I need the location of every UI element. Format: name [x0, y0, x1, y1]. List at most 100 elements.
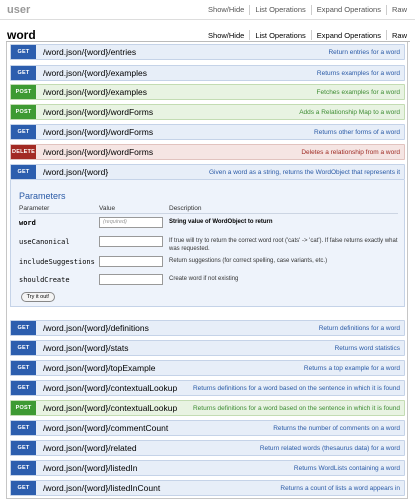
http-method-badge[interactable]: GET — [11, 125, 36, 139]
parameter-name: word — [19, 219, 36, 227]
operation-path[interactable]: /word.json/{word}/examples — [43, 66, 147, 81]
operation-summary[interactable]: Fetches examples for a word — [317, 85, 400, 100]
http-method-badge[interactable]: GET — [11, 321, 36, 335]
operation-summary[interactable]: Returns examples for a word — [317, 66, 400, 81]
parameter-description: Return suggestions (for correct spelling… — [169, 258, 328, 264]
operation-row[interactable]: GET /word.json/{word}/entries Return ent… — [10, 44, 405, 60]
resource-links-word: Show/Hide List Operations Expand Operati… — [203, 30, 412, 40]
operation-row[interactable]: GET /word.json/{word}/stats Returns word… — [10, 340, 405, 356]
parameter-value-input[interactable]: (required) — [99, 217, 163, 228]
operation-summary[interactable]: Given a word as a string, returns the Wo… — [209, 165, 400, 180]
operation-path[interactable]: /word.json/{word}/definitions — [43, 321, 149, 336]
http-method-badge[interactable]: GET — [11, 461, 36, 475]
resource-divider — [6, 41, 410, 42]
resource-title-word[interactable]: word — [7, 28, 36, 42]
http-method-badge[interactable]: DELETE — [11, 145, 36, 159]
operation-row[interactable]: POST /word.json/{word}/wordForms Adds a … — [10, 104, 405, 120]
operation-row[interactable]: GET /word.json/{word}/topExample Returns… — [10, 360, 405, 376]
operation-details-panel: Parameters Parameter Value Description w… — [10, 180, 405, 307]
operation-path[interactable]: /word.json/{word}/wordForms — [43, 145, 153, 160]
http-method-badge[interactable]: GET — [11, 441, 36, 455]
parameter-description: If true will try to return the correct w… — [169, 238, 398, 252]
expand-operations-link[interactable]: Expand Operations — [312, 31, 386, 40]
operation-path[interactable]: /word.json/{word}/wordForms — [43, 105, 153, 120]
operation-path[interactable]: /word.json/{word}/wordForms — [43, 125, 153, 140]
operation-summary[interactable]: Returns the number of comments on a word — [273, 421, 400, 436]
parameters-heading: Parameters — [19, 191, 66, 201]
raw-link[interactable]: Raw — [387, 31, 412, 40]
operation-path[interactable]: /word.json/{word}/commentCount — [43, 421, 168, 436]
http-method-badge[interactable]: POST — [11, 401, 36, 415]
list-operations-link[interactable]: List Operations — [250, 31, 310, 40]
operation-path[interactable]: /word.json/{word}/stats — [43, 341, 129, 356]
http-method-badge[interactable]: GET — [11, 66, 36, 80]
operation-row[interactable]: POST /word.json/{word}/contextualLookup … — [10, 400, 405, 416]
column-header-value: Value — [99, 205, 116, 212]
operation-row[interactable]: GET /word.json/{word}/definitions Return… — [10, 320, 405, 336]
parameter-name: includeSuggestions — [19, 258, 95, 266]
column-header-parameter: Parameter — [19, 205, 50, 212]
resource-header-user: user Show/Hide List Operations Expand Op… — [0, 0, 415, 20]
operation-summary[interactable]: Return entries for a word — [328, 45, 400, 60]
operation-row[interactable]: GET /word.json/{word}/related Return rel… — [10, 440, 405, 456]
operation-path[interactable]: /word.json/{word}/contextualLookup — [43, 381, 177, 396]
parameter-value-input[interactable] — [99, 274, 163, 285]
parameter-row: word (required) String value of WordObje… — [19, 217, 398, 235]
http-method-badge[interactable]: GET — [11, 341, 36, 355]
operation-row[interactable]: GET /word.json/{word}/listedIn Returns W… — [10, 460, 405, 476]
operation-summary[interactable]: Returns WordLists containing a word — [294, 461, 400, 476]
show-hide-link[interactable]: Show/Hide — [203, 31, 249, 40]
operation-summary[interactable]: Return definitions for a word — [319, 321, 400, 336]
operation-summary[interactable]: Adds a Relationship Map to a word — [299, 105, 400, 120]
operation-row-expanded[interactable]: GET /word.json/{word} Given a word as a … — [10, 164, 405, 180]
parameter-name: shouldCreate — [19, 276, 70, 284]
http-method-badge[interactable]: GET — [11, 481, 36, 495]
http-method-badge[interactable]: GET — [11, 361, 36, 375]
operation-summary[interactable]: Returns definitions for a word based on … — [193, 381, 400, 396]
operation-path[interactable]: /word.json/{word}/entries — [43, 45, 136, 60]
operation-path[interactable]: /word.json/{word}/examples — [43, 85, 147, 100]
operation-row[interactable]: DELETE /word.json/{word}/wordForms Delet… — [10, 144, 405, 160]
operation-path[interactable]: /word.json/{word}/listedIn — [43, 461, 138, 476]
operation-summary[interactable]: Returns other forms of a word — [314, 125, 400, 140]
http-method-badge[interactable]: POST — [11, 85, 36, 99]
operation-row[interactable]: GET /word.json/{word}/commentCount Retur… — [10, 420, 405, 436]
resource-title-user[interactable]: user — [7, 4, 30, 16]
operation-path[interactable]: /word.json/{word}/related — [43, 441, 137, 456]
operation-path[interactable]: /word.json/{word}/listedInCount — [43, 481, 160, 496]
operation-summary[interactable]: Returns definitions for a word based on … — [193, 401, 400, 416]
operation-path[interactable]: /word.json/{word}/contextualLookup — [43, 401, 177, 416]
parameter-row: useCanonical If true will try to return … — [19, 236, 398, 254]
list-operations-link[interactable]: List Operations — [250, 5, 310, 14]
http-method-badge[interactable]: GET — [11, 421, 36, 435]
operation-row[interactable]: GET /word.json/{word}/examples Returns e… — [10, 65, 405, 81]
parameter-row: shouldCreate Create word if not existing — [19, 274, 398, 292]
parameter-description: String value of WordObject to return — [169, 219, 273, 225]
http-method-badge[interactable]: GET — [11, 45, 36, 59]
resource-links-user: Show/Hide List Operations Expand Operati… — [203, 4, 412, 15]
raw-link[interactable]: Raw — [387, 5, 412, 14]
table-header-divider — [19, 213, 398, 214]
parameter-row: includeSuggestions Return suggestions (f… — [19, 256, 398, 274]
parameter-name: useCanonical — [19, 238, 70, 246]
operation-row[interactable]: GET /word.json/{word}/wordForms Returns … — [10, 124, 405, 140]
operation-path[interactable]: /word.json/{word}/topExample — [43, 361, 155, 376]
operation-row[interactable]: GET /word.json/{word}/listedInCount Retu… — [10, 480, 405, 496]
show-hide-link[interactable]: Show/Hide — [203, 5, 249, 14]
operation-summary[interactable]: Deletes a relationship from a word — [301, 145, 400, 160]
operation-summary[interactable]: Return related words (thesaurus data) fo… — [260, 441, 400, 456]
expand-operations-link[interactable]: Expand Operations — [312, 5, 386, 14]
http-method-badge[interactable]: POST — [11, 105, 36, 119]
operation-row[interactable]: POST /word.json/{word}/examples Fetches … — [10, 84, 405, 100]
operation-summary[interactable]: Returns a count of lists a word appears … — [280, 481, 400, 496]
try-it-out-button[interactable]: Try it out! — [21, 292, 55, 302]
http-method-badge[interactable]: GET — [11, 165, 36, 179]
parameter-value-input[interactable] — [99, 256, 163, 267]
http-method-badge[interactable]: GET — [11, 381, 36, 395]
column-header-description: Description — [169, 205, 202, 212]
operation-summary[interactable]: Returns word statistics — [335, 341, 400, 356]
operation-row[interactable]: GET /word.json/{word}/contextualLookup R… — [10, 380, 405, 396]
operation-summary[interactable]: Returns a top example for a word — [304, 361, 400, 376]
operation-path[interactable]: /word.json/{word} — [43, 165, 108, 180]
parameter-value-input[interactable] — [99, 236, 163, 247]
